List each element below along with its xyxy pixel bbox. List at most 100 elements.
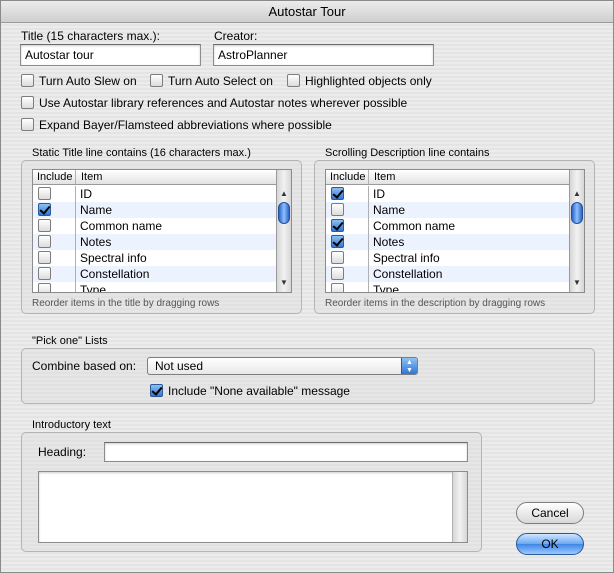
item-label: Notes — [80, 235, 112, 249]
table-header: Include Item — [33, 170, 276, 185]
item-label: Common name — [80, 219, 163, 233]
include-checkbox[interactable] — [38, 187, 51, 200]
include-checkbox[interactable] — [331, 203, 344, 216]
include-checkbox[interactable] — [331, 251, 344, 264]
table-row[interactable]: ID — [33, 186, 276, 202]
static-title-group-title: Static Title line contains (16 character… — [32, 147, 251, 159]
title-input[interactable]: Autostar tour — [20, 44, 201, 66]
none-available-checkbox[interactable] — [150, 384, 163, 397]
column-divider — [368, 170, 369, 184]
include-checkbox[interactable] — [38, 283, 51, 292]
include-checkbox[interactable] — [331, 219, 344, 232]
col-include-header[interactable]: Include — [330, 171, 365, 183]
combine-label: Combine based on: — [32, 359, 137, 373]
include-checkbox[interactable] — [38, 251, 51, 264]
table-row[interactable]: Name — [33, 202, 276, 218]
table-row[interactable]: Constellation — [326, 266, 569, 282]
auto-slew-checkbox[interactable] — [21, 74, 34, 87]
item-label: Type — [373, 283, 400, 293]
library-refs-label: Use Autostar library references and Auto… — [39, 96, 408, 110]
updown-chevron-icon: ▲ ▼ — [401, 358, 417, 374]
item-label: Constellation — [80, 267, 150, 281]
autostar-tour-dialog: Autostar Tour Title (15 characters max.)… — [0, 0, 614, 573]
item-label: ID — [373, 187, 385, 201]
include-checkbox[interactable] — [331, 267, 344, 280]
column-divider — [368, 202, 369, 218]
include-checkbox[interactable] — [331, 283, 344, 292]
creator-label: Creator: — [214, 29, 258, 43]
table-row[interactable]: Common name — [33, 218, 276, 234]
auto-select-label: Turn Auto Select on — [168, 74, 273, 88]
auto-slew-label: Turn Auto Slew on — [39, 74, 137, 88]
column-divider — [75, 202, 76, 218]
column-divider — [75, 186, 76, 202]
table-row[interactable]: Name — [326, 202, 569, 218]
static-title-table[interactable]: Include Item ID Name Common name Notes Spect… — [32, 169, 292, 293]
cancel-button[interactable]: Cancel — [516, 502, 584, 524]
expand-bayer-checkbox[interactable] — [21, 118, 34, 131]
scroll-thumb[interactable] — [571, 202, 583, 224]
heading-input[interactable] — [104, 442, 468, 462]
scrolling-desc-rows: ID Name Common name Notes Spectral info Const… — [326, 186, 569, 292]
static-title-rows: ID Name Common name Notes Spectral info Const… — [33, 186, 276, 292]
include-checkbox[interactable] — [38, 219, 51, 232]
triangle-down-icon[interactable]: ▼ — [277, 276, 291, 290]
column-divider — [368, 250, 369, 266]
combine-value: Not used — [155, 359, 204, 373]
table-row[interactable]: Spectral info — [326, 250, 569, 266]
table-row[interactable]: Type — [326, 282, 569, 293]
table-row[interactable]: Notes — [33, 234, 276, 250]
col-include-header[interactable]: Include — [37, 171, 72, 183]
column-divider — [368, 282, 369, 292]
scrolling-desc-table[interactable]: Include Item ID Name Common name Notes Spect… — [325, 169, 585, 293]
heading-label: Heading: — [38, 445, 87, 459]
title-label: Title (15 characters max.): — [21, 29, 160, 43]
column-divider — [368, 186, 369, 202]
include-checkbox[interactable] — [38, 235, 51, 248]
expand-bayer-label: Expand Bayer/Flamsteed abbreviations whe… — [39, 118, 332, 132]
ok-button[interactable]: OK — [516, 533, 584, 555]
creator-input[interactable]: AstroPlanner — [213, 44, 434, 66]
col-item-header[interactable]: Item — [374, 171, 395, 183]
highlighted-only-checkbox[interactable] — [287, 74, 300, 87]
triangle-up-icon[interactable]: ▲ — [570, 187, 584, 201]
combine-popup[interactable]: Not used ▲ ▼ — [147, 357, 418, 375]
none-available-label: Include "None available" message — [168, 384, 350, 398]
intro-scrollbar[interactable] — [452, 472, 467, 542]
scroll-thumb[interactable] — [278, 202, 290, 224]
table-row[interactable]: Type — [33, 282, 276, 292]
include-checkbox[interactable] — [38, 267, 51, 280]
table-header: Include Item — [326, 170, 569, 185]
item-label: Spectral info — [80, 251, 147, 265]
static-title-hint: Reorder items in the title by dragging r… — [32, 298, 220, 309]
library-refs-checkbox[interactable] — [21, 96, 34, 109]
triangle-up-icon[interactable]: ▲ — [277, 187, 291, 201]
item-label: Name — [80, 203, 113, 217]
table-row[interactable]: Common name — [326, 218, 569, 234]
triangle-down-icon[interactable]: ▼ — [570, 276, 584, 290]
table-row[interactable]: Spectral info — [33, 250, 276, 266]
item-label: Common name — [373, 219, 456, 233]
include-checkbox[interactable] — [331, 235, 344, 248]
include-checkbox[interactable] — [38, 203, 51, 216]
intro-text-area[interactable] — [38, 471, 468, 543]
column-divider — [75, 170, 76, 184]
auto-select-checkbox[interactable] — [150, 74, 163, 87]
col-item-header[interactable]: Item — [81, 171, 102, 183]
scrolling-desc-scrollbar[interactable]: ▲ ▼ — [569, 170, 584, 292]
table-row[interactable]: ID — [326, 186, 569, 202]
item-label: Name — [373, 203, 406, 217]
item-label: ID — [80, 187, 92, 201]
column-divider — [368, 266, 369, 282]
scrolling-desc-group-title: Scrolling Description line contains — [325, 147, 490, 159]
static-title-scrollbar[interactable]: ▲ ▼ — [276, 170, 291, 292]
include-checkbox[interactable] — [331, 187, 344, 200]
intro-group-title: Introductory text — [32, 419, 111, 431]
column-divider — [368, 218, 369, 234]
item-label: Notes — [373, 235, 405, 249]
table-row[interactable]: Constellation — [33, 266, 276, 282]
table-row[interactable]: Notes — [326, 234, 569, 250]
column-divider — [75, 250, 76, 266]
item-label: Spectral info — [373, 251, 440, 265]
item-label: Constellation — [373, 267, 443, 281]
